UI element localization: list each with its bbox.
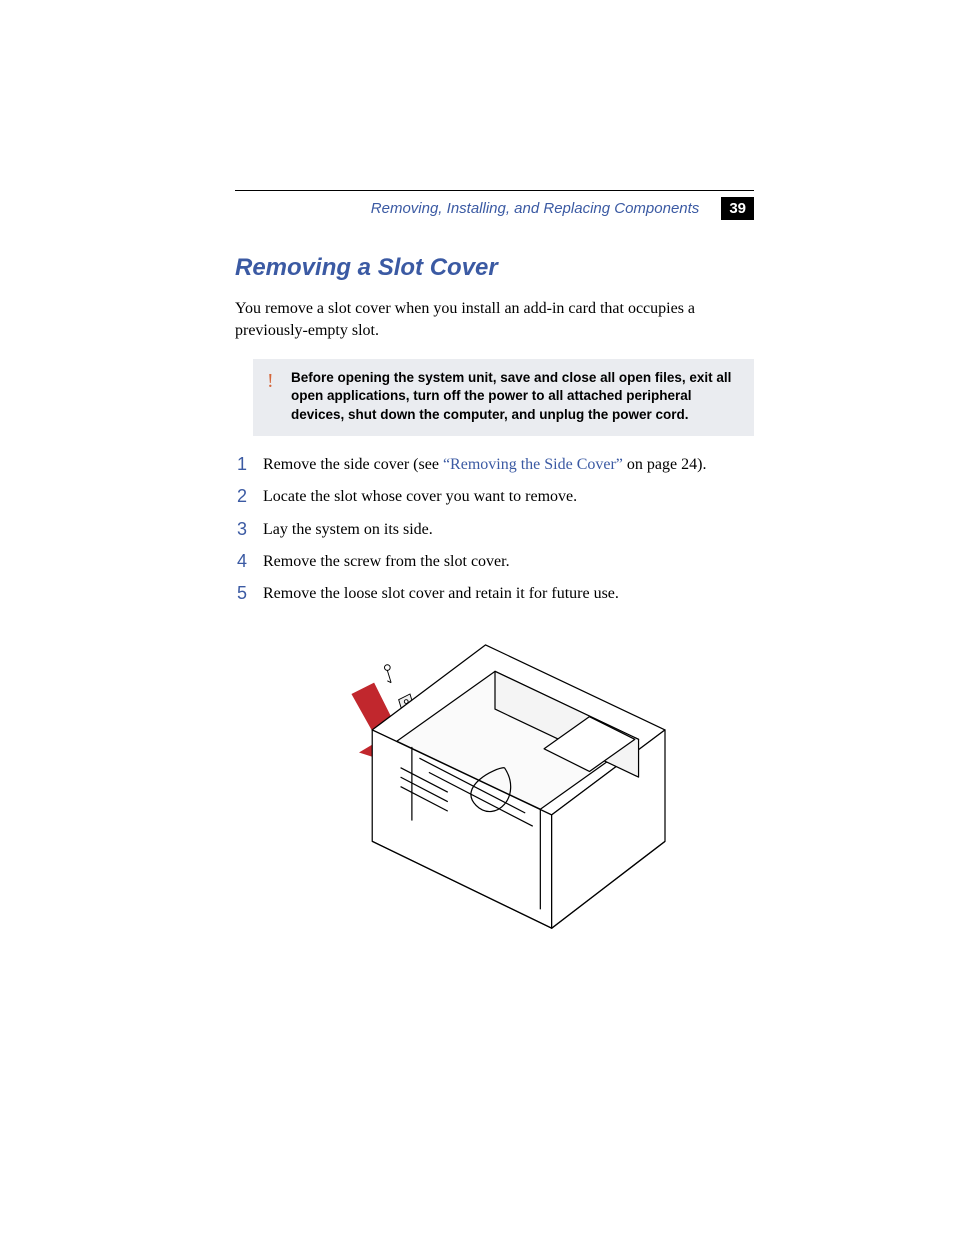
step-list: Remove the side cover (see “Removing the… bbox=[235, 454, 754, 606]
figure bbox=[235, 626, 754, 966]
chassis-illustration bbox=[300, 626, 690, 966]
cross-reference[interactable]: “Removing the Side Cover” bbox=[443, 456, 623, 473]
step-text: Lay the system on its side. bbox=[263, 521, 433, 538]
list-item: Remove the screw from the slot cover. bbox=[235, 551, 754, 573]
chassis-body bbox=[372, 645, 665, 928]
list-item: Locate the slot whose cover you want to … bbox=[235, 486, 754, 508]
screw-icon bbox=[384, 665, 391, 683]
header-rule bbox=[235, 190, 754, 191]
step-text-post: on page 24). bbox=[623, 456, 707, 473]
warning-text: Before opening the system unit, save and… bbox=[291, 370, 731, 421]
list-item: Remove the side cover (see “Removing the… bbox=[235, 454, 754, 476]
page-header: Removing, Installing, and Replacing Comp… bbox=[235, 197, 754, 220]
step-text: Remove the loose slot cover and retain i… bbox=[263, 585, 619, 602]
step-text-pre: Remove the side cover (see bbox=[263, 456, 443, 473]
step-text: Remove the screw from the slot cover. bbox=[263, 553, 510, 570]
warning-box: ! Before opening the system unit, save a… bbox=[253, 359, 754, 436]
section-intro: You remove a slot cover when you install… bbox=[235, 298, 754, 341]
page-number: 39 bbox=[721, 197, 754, 220]
document-page: Removing, Installing, and Replacing Comp… bbox=[0, 0, 954, 1235]
chapter-title: Removing, Installing, and Replacing Comp… bbox=[371, 200, 700, 217]
list-item: Lay the system on its side. bbox=[235, 519, 754, 541]
section-title: Removing a Slot Cover bbox=[235, 254, 754, 282]
list-item: Remove the loose slot cover and retain i… bbox=[235, 583, 754, 605]
step-text: Locate the slot whose cover you want to … bbox=[263, 488, 577, 505]
warning-icon: ! bbox=[267, 368, 274, 395]
